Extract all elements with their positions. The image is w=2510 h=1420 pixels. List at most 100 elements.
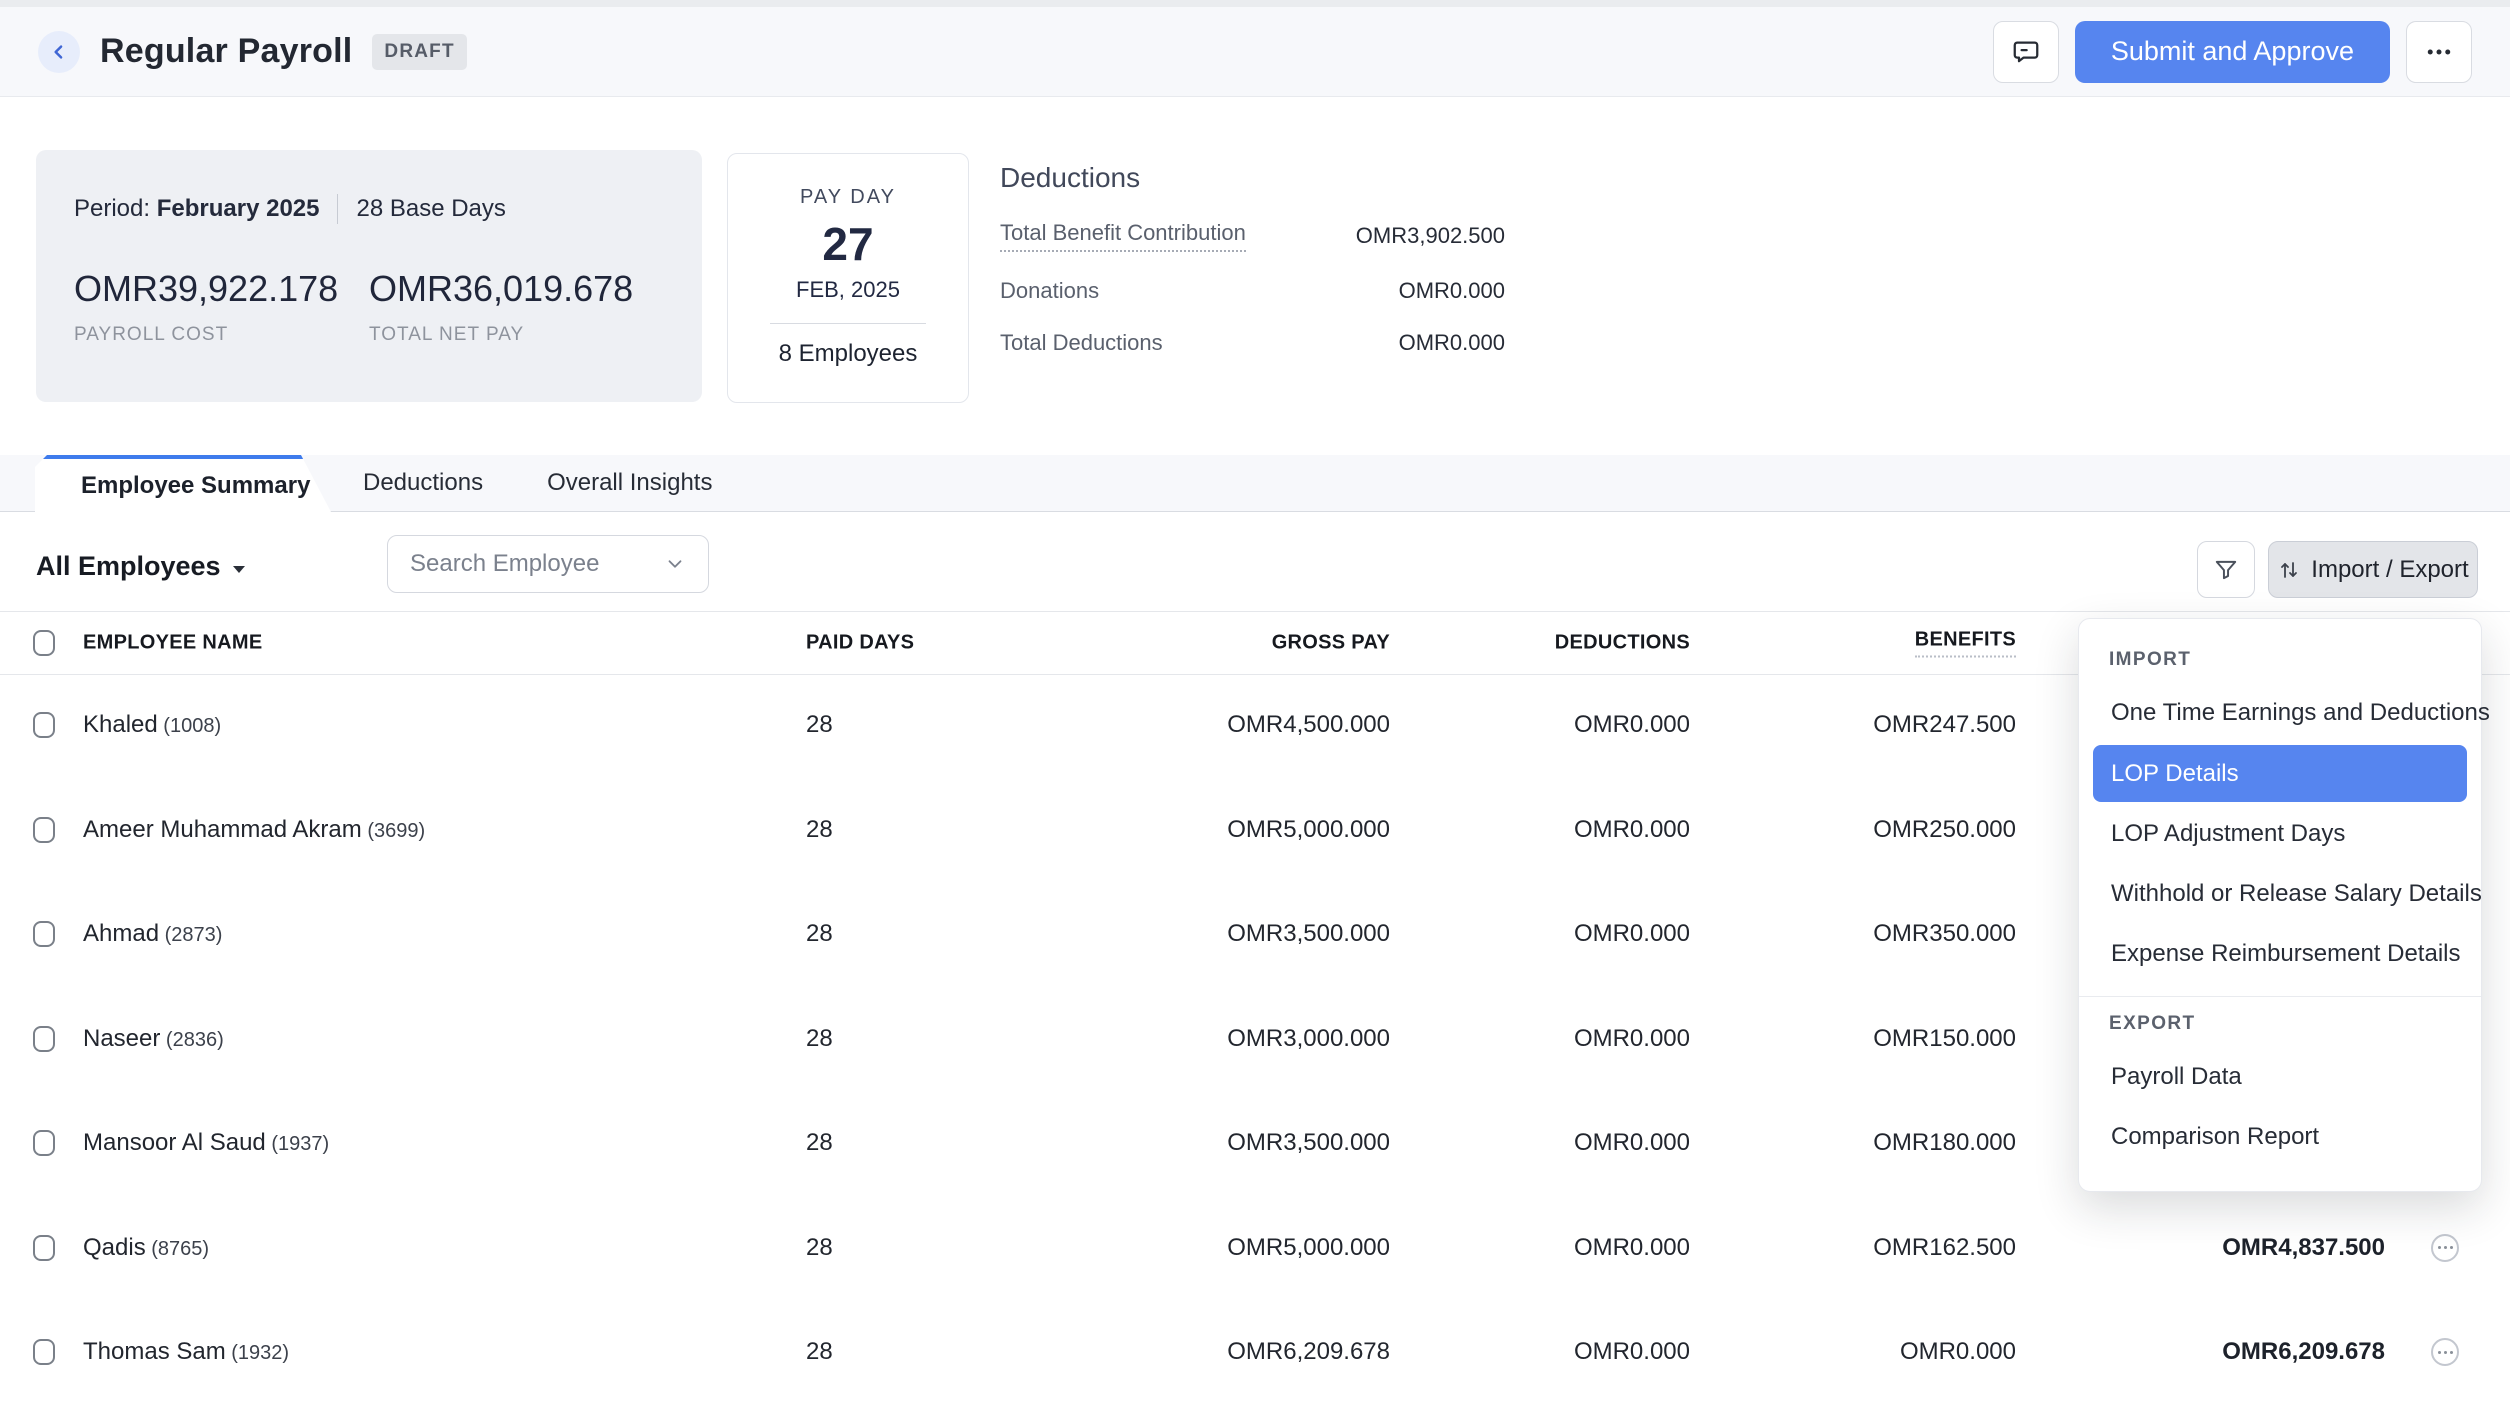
caret-down-icon <box>233 566 245 573</box>
benefits-value: OMR250.000 <box>1873 816 2016 844</box>
deductions-value: OMR0.000 <box>1574 1129 1690 1157</box>
status-badge: DRAFT <box>372 34 466 70</box>
tab-overall-insights[interactable]: Overall Insights <box>515 455 744 511</box>
row-actions-dot <box>2450 1246 2453 1249</box>
deductions-summary-label: Total Deductions <box>1000 330 1163 356</box>
gross-pay-value: OMR3,500.000 <box>1227 920 1390 948</box>
gross-pay-value: OMR3,500.000 <box>1227 1129 1390 1157</box>
menu-item-expense-reimbursement-details[interactable]: Expense Reimbursement Details <box>2079 924 2481 984</box>
row-checkbox[interactable] <box>33 1026 55 1052</box>
deductions-summary-label[interactable]: Total Benefit Contribution <box>1000 220 1246 252</box>
import-export-button[interactable]: Import / Export <box>2268 541 2478 598</box>
payday-title: PAY DAY <box>728 186 968 209</box>
more-options-button[interactable] <box>2406 21 2472 83</box>
menu-item-lop-adjustment-days[interactable]: LOP Adjustment Days <box>2079 804 2481 864</box>
summary-metric: OMR39,922.178PAYROLL COST <box>74 268 369 346</box>
employee-id: (2836) <box>160 1029 223 1051</box>
gross-pay-value: OMR6,209.678 <box>1227 1338 1390 1366</box>
row-checkbox[interactable] <box>33 712 55 738</box>
topbar-left: Regular Payroll DRAFT <box>38 31 1993 73</box>
employee-id: (1932) <box>226 1342 289 1364</box>
benefits-value: OMR162.500 <box>1873 1234 2016 1262</box>
tab-deductions[interactable]: Deductions <box>331 455 515 511</box>
comments-button[interactable] <box>1993 21 2059 83</box>
employee-scope-dropdown[interactable]: All Employees <box>36 551 245 582</box>
net-pay-value: OMR6,209.678 <box>2222 1338 2385 1366</box>
chevron-down-icon <box>664 553 686 575</box>
row-actions-dot <box>2444 1351 2447 1354</box>
employee-name: Ameer Muhammad Akram (3699) <box>83 816 425 844</box>
row-checkbox[interactable] <box>33 817 55 843</box>
col-header-benefits[interactable]: BENEFITS <box>1915 629 2016 658</box>
deductions-summary-value: OMR0.000 <box>1399 278 1505 304</box>
deductions-summary: Deductions Total Benefit ContributionOMR… <box>1000 162 1505 356</box>
comment-icon <box>2011 37 2041 67</box>
benefits-value: OMR150.000 <box>1873 1025 2016 1053</box>
search-placeholder: Search Employee <box>410 550 599 578</box>
menu-item-comparison-report[interactable]: Comparison Report <box>2079 1107 2481 1167</box>
row-actions-dot <box>2438 1246 2441 1249</box>
paid-days-value: 28 <box>806 1129 833 1157</box>
employee-id: (1937) <box>266 1133 329 1155</box>
top-strip <box>0 0 2510 7</box>
filter-icon <box>2213 557 2239 583</box>
ellipsis-icon <box>2424 37 2454 67</box>
gross-pay-value: OMR5,000.000 <box>1227 816 1390 844</box>
employee-id: (8765) <box>146 1238 209 1260</box>
col-header-employee-name: EMPLOYEE NAME <box>83 632 262 655</box>
filter-button[interactable] <box>2197 541 2255 598</box>
menu-item-payroll-data[interactable]: Payroll Data <box>2079 1047 2481 1107</box>
paid-days-value: 28 <box>806 711 833 739</box>
paid-days-value: 28 <box>806 816 833 844</box>
menu-item-lop-details[interactable]: LOP Details <box>2093 745 2467 802</box>
employee-name: Qadis (8765) <box>83 1234 209 1262</box>
vertical-divider <box>337 194 338 224</box>
employee-name-text: Ameer Muhammad Akram <box>83 816 362 843</box>
menu-divider <box>2079 996 2481 997</box>
row-checkbox[interactable] <box>33 1235 55 1261</box>
paid-days-value: 28 <box>806 1025 833 1053</box>
benefits-value: OMR350.000 <box>1873 920 2016 948</box>
back-button[interactable] <box>38 31 80 73</box>
row-checkbox[interactable] <box>33 1130 55 1156</box>
row-actions-button[interactable] <box>2431 1338 2459 1366</box>
topbar: Regular Payroll DRAFT Submit and Approve <box>0 7 2510 97</box>
paid-days-value: 28 <box>806 1234 833 1262</box>
summary-metrics: OMR39,922.178PAYROLL COSTOMR36,019.678TO… <box>74 268 664 346</box>
period-summary-card: Period: February 2025 28 Base Days OMR39… <box>36 150 702 402</box>
deductions-value: OMR0.000 <box>1574 816 1690 844</box>
select-all-checkbox[interactable] <box>33 630 55 656</box>
row-checkbox[interactable] <box>33 1339 55 1365</box>
summary-band: Period: February 2025 28 Base Days OMR39… <box>36 150 2474 406</box>
deductions-summary-row: Total Benefit ContributionOMR3,902.500 <box>1000 220 1505 252</box>
deductions-summary-label: Donations <box>1000 278 1099 304</box>
col-header-deductions: DEDUCTIONS <box>1555 632 1690 655</box>
payday-month-year: FEB, 2025 <box>728 277 968 303</box>
base-days: 28 Base Days <box>356 195 505 223</box>
menu-item-withhold-or-release-salary-details[interactable]: Withhold or Release Salary Details <box>2079 864 2481 924</box>
row-actions-button[interactable] <box>2431 1234 2459 1262</box>
employee-name: Thomas Sam (1932) <box>83 1338 289 1366</box>
gross-pay-value: OMR3,000.000 <box>1227 1025 1390 1053</box>
net-pay-value: OMR4,837.500 <box>2222 1234 2385 1262</box>
table-controls: All Employees Search Employee Import / E… <box>36 535 2474 607</box>
payday-day: 27 <box>728 217 968 271</box>
deductions-value: OMR0.000 <box>1574 1234 1690 1262</box>
paid-days-value: 28 <box>806 1338 833 1366</box>
chevron-left-icon <box>49 42 69 62</box>
paid-days-value: 28 <box>806 920 833 948</box>
period-text: Period: February 2025 <box>74 195 319 223</box>
tab-employee-summary[interactable]: Employee Summary <box>35 455 331 512</box>
employee-search-select[interactable]: Search Employee <box>387 535 709 593</box>
employee-name-text: Naseer <box>83 1025 160 1052</box>
employee-id: (2873) <box>159 924 222 946</box>
summary-metric-value: OMR39,922.178 <box>74 268 369 310</box>
benefits-value: OMR180.000 <box>1873 1129 2016 1157</box>
col-header-paid-days: PAID DAYS <box>806 632 914 655</box>
menu-item-one-time-earnings-and-deductions[interactable]: One Time Earnings and Deductions <box>2079 683 2481 743</box>
row-checkbox[interactable] <box>33 921 55 947</box>
import-export-menu: IMPORTOne Time Earnings and DeductionsLO… <box>2078 618 2482 1192</box>
table-row: Qadis (8765)28OMR5,000.000OMR0.000OMR162… <box>0 1196 2510 1301</box>
submit-and-approve-button[interactable]: Submit and Approve <box>2075 21 2390 83</box>
deductions-value: OMR0.000 <box>1574 920 1690 948</box>
